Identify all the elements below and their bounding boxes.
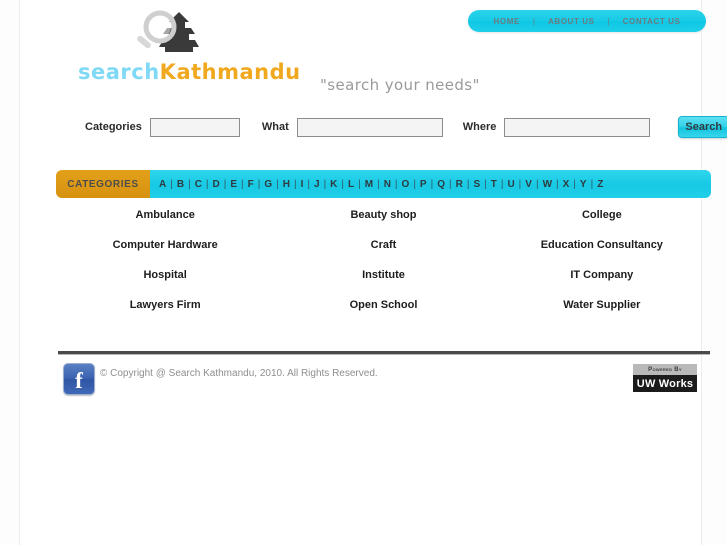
alphabet-separator: | xyxy=(556,178,559,190)
alphabet-link-p[interactable]: P xyxy=(420,179,427,190)
category-list: Ambulance Beauty shop College Computer Hard… xyxy=(56,210,711,311)
search-input-what[interactable] xyxy=(296,117,443,137)
category-link[interactable]: IT Company xyxy=(493,270,711,281)
alphabet-link-w[interactable]: W xyxy=(543,179,552,190)
category-link[interactable]: Education Consultancy xyxy=(493,240,711,251)
alphabet-separator: | xyxy=(518,178,522,190)
alphabet-separator: | xyxy=(413,178,416,190)
page-root: HOME | ABOUT US | CONTACT US searchKathm… xyxy=(0,0,727,545)
alphabet-separator: | xyxy=(241,178,244,190)
nav-item-contact-us[interactable]: CONTACT US xyxy=(619,17,685,26)
alphabet-link-y[interactable]: Y xyxy=(580,179,587,190)
alphabet-separator: | xyxy=(377,178,380,190)
alphabet-link-h[interactable]: H xyxy=(283,179,290,190)
alphabet-link-o[interactable]: O xyxy=(402,179,410,190)
nav-item-home[interactable]: HOME xyxy=(490,17,524,26)
powered-by-label: Powered By xyxy=(633,364,697,375)
logo-word-search: search xyxy=(78,60,160,84)
categories-tab[interactable]: CATEGORIES xyxy=(56,170,150,198)
category-link[interactable]: Institute xyxy=(274,270,492,281)
tagline: "search your needs" xyxy=(320,76,480,94)
alphabet-separator: | xyxy=(205,178,209,190)
alphabet-separator: | xyxy=(323,178,327,190)
alphabet-link-r[interactable]: R xyxy=(456,179,463,190)
alphabet-separator: | xyxy=(500,178,504,190)
logo-wordmark: searchKathmandu xyxy=(78,60,301,84)
magnifier-pagoda-icon xyxy=(133,8,205,56)
top-navigation: HOME | ABOUT US | CONTACT US xyxy=(468,10,706,32)
alphabet-separator: | xyxy=(484,178,487,190)
alphabet-separator: | xyxy=(590,178,594,190)
alphabet-link-a[interactable]: A xyxy=(159,179,166,190)
site-logo[interactable]: searchKathmandu xyxy=(75,8,300,84)
logo-word-kathmandu: Kathmandu xyxy=(159,60,301,84)
category-alphabet-bar: CATEGORIES A | B | C | D | E | F | G | H | I | J | K | L | M | N | O… xyxy=(56,170,711,198)
alphabet-separator: | xyxy=(341,178,345,190)
alphabet-link-k[interactable]: K xyxy=(330,179,337,190)
alphabet-link-q[interactable]: Q xyxy=(437,179,445,190)
facebook-glyph: f xyxy=(75,367,83,393)
alphabet-index: A | B | C | D | E | F | G | H | I | J | K | L | M | N | O | P | Q | R | S | T |… xyxy=(150,170,711,198)
alphabet-separator: | xyxy=(294,178,297,190)
search-button[interactable]: Search xyxy=(678,116,727,138)
search-input-where[interactable] xyxy=(504,117,651,137)
category-link[interactable]: Ambulance xyxy=(56,210,274,221)
alphabet-link-c[interactable]: C xyxy=(195,179,202,190)
nav-separator: | xyxy=(607,16,610,26)
search-input-categories[interactable] xyxy=(149,117,240,137)
category-link[interactable]: Open School xyxy=(274,300,492,311)
category-link[interactable]: College xyxy=(493,210,711,221)
alphabet-separator: | xyxy=(170,178,173,190)
alphabet-separator: | xyxy=(448,178,452,190)
nav-item-about-us[interactable]: ABOUT US xyxy=(544,17,599,26)
label-what: What xyxy=(261,121,289,133)
alphabet-separator: | xyxy=(307,178,310,190)
alphabet-link-u[interactable]: U xyxy=(507,179,514,190)
category-link[interactable]: Water Supplier xyxy=(493,300,711,311)
nav-separator: | xyxy=(532,16,535,26)
search-form: Categories What Where Search xyxy=(85,112,727,142)
alphabet-link-s[interactable]: S xyxy=(473,179,480,190)
alphabet-link-g[interactable]: G xyxy=(264,179,272,190)
powered-by-brand: UW Works xyxy=(633,375,697,392)
copyright-text: © Copyright @ Search Kathmandu, 2010. Al… xyxy=(100,368,378,379)
alphabet-separator: | xyxy=(257,178,261,190)
alphabet-separator: | xyxy=(188,178,191,190)
label-categories: Categories xyxy=(85,121,142,133)
alphabet-link-v[interactable]: V xyxy=(525,179,532,190)
category-link[interactable]: Craft xyxy=(274,240,492,251)
alphabet-link-m[interactable]: M xyxy=(365,179,373,190)
alphabet-separator: | xyxy=(358,178,361,190)
page-container: HOME | ABOUT US | CONTACT US searchKathm… xyxy=(19,0,727,545)
category-link[interactable]: Computer Hardware xyxy=(56,240,274,251)
category-link[interactable]: Beauty shop xyxy=(274,210,492,221)
alphabet-separator: | xyxy=(535,178,539,190)
alphabet-link-z[interactable]: Z xyxy=(597,179,603,190)
category-link[interactable]: Hospital xyxy=(56,270,274,281)
alphabet-separator: | xyxy=(573,178,576,190)
category-link[interactable]: Lawyers Firm xyxy=(56,300,274,311)
footer-divider xyxy=(58,351,710,355)
alphabet-link-e[interactable]: E xyxy=(230,179,237,190)
alphabet-link-b[interactable]: B xyxy=(177,179,184,190)
label-where: Where xyxy=(462,121,497,133)
alphabet-separator: | xyxy=(276,178,279,190)
alphabet-separator: | xyxy=(466,178,470,190)
alphabet-separator: | xyxy=(430,178,434,190)
alphabet-link-n[interactable]: N xyxy=(384,179,391,190)
alphabet-separator: | xyxy=(394,178,398,190)
alphabet-link-x[interactable]: X xyxy=(563,179,570,190)
alphabet-separator: | xyxy=(223,178,227,190)
powered-by-badge[interactable]: Powered By UW Works xyxy=(633,364,697,392)
alphabet-link-d[interactable]: D xyxy=(213,179,220,190)
facebook-icon[interactable]: f xyxy=(63,363,95,395)
